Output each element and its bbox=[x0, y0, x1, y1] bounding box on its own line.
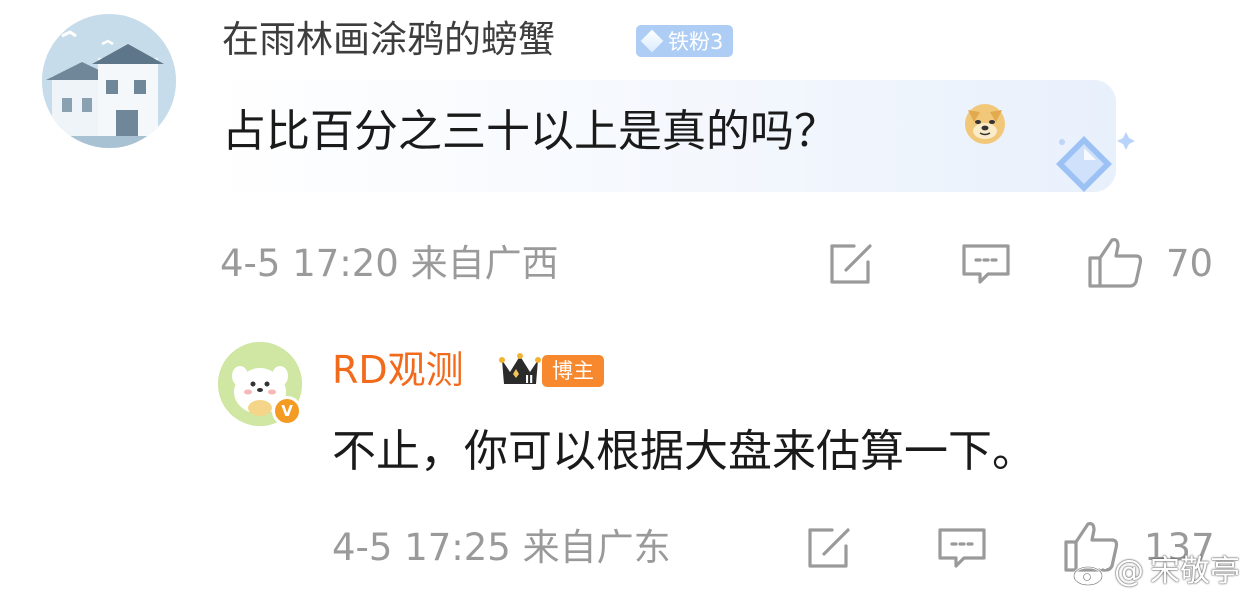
comment-meta: 4-5 17:20 来自广西 bbox=[220, 240, 559, 288]
fan-level-badge[interactable]: 铁粉3 bbox=[636, 25, 734, 57]
comment-location: 来自广东 bbox=[522, 526, 671, 569]
watermark: @ 宋敬亭 bbox=[1072, 552, 1240, 592]
username[interactable]: RD观测 bbox=[332, 346, 464, 394]
comment-meta: 4-5 17:25 来自广东 bbox=[332, 524, 671, 572]
avatar[interactable] bbox=[42, 14, 176, 148]
comment-time: 4-5 17:20 bbox=[220, 242, 399, 285]
fan-diamond-decoration-icon bbox=[1005, 120, 1150, 204]
comment-location: 来自广西 bbox=[410, 242, 559, 285]
avatar-image bbox=[42, 14, 176, 148]
watermark-text: 宋敬亭 bbox=[1150, 554, 1240, 589]
doge-emoji-icon bbox=[962, 100, 1008, 150]
edit-icon[interactable] bbox=[824, 236, 880, 292]
blogger-badge[interactable]: 博主 bbox=[542, 355, 604, 387]
verified-badge-icon: V bbox=[272, 396, 302, 426]
weibo-logo-icon bbox=[1072, 559, 1107, 587]
username[interactable]: 在雨林画涂鸦的螃蟹 bbox=[222, 16, 555, 64]
thumbs-up-icon[interactable] bbox=[1086, 232, 1143, 288]
crown-icon: II bbox=[498, 350, 542, 394]
svg-text:II: II bbox=[525, 373, 533, 386]
watermark-at: @ bbox=[1114, 554, 1144, 589]
diamond-icon bbox=[640, 29, 664, 53]
comment-icon[interactable] bbox=[958, 236, 1014, 292]
fan-badge-label: 铁粉3 bbox=[668, 30, 724, 54]
comment-text: 占比百分之三十以上是真的吗？ bbox=[222, 106, 838, 157]
like-count: 70 bbox=[1166, 242, 1214, 285]
comment-icon[interactable] bbox=[934, 520, 990, 576]
edit-icon[interactable] bbox=[802, 520, 858, 576]
comment-time: 4-5 17:25 bbox=[332, 526, 511, 569]
comment-text: 不止，你可以根据大盘来估算一下。 bbox=[332, 426, 1036, 477]
